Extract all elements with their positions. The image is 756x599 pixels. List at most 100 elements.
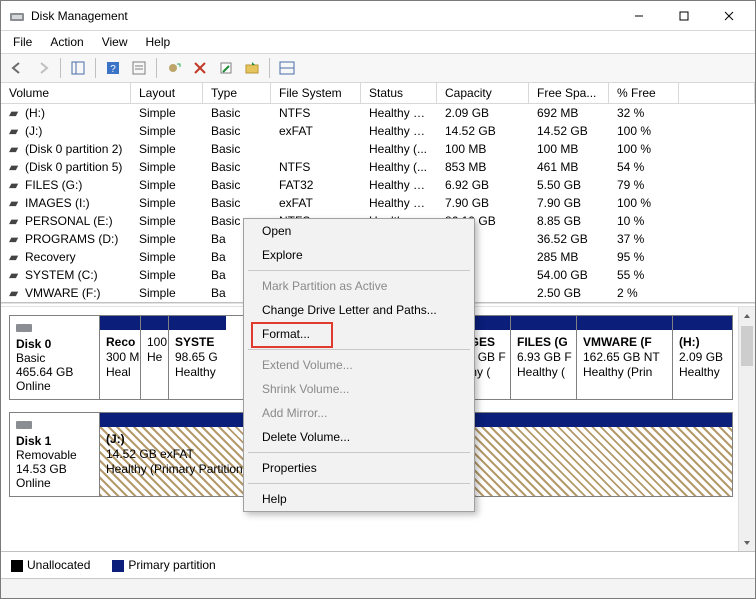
cell-layout: Simple — [131, 157, 203, 177]
partition-stripe — [673, 316, 732, 330]
close-button[interactable] — [706, 2, 751, 30]
partition-stripe — [577, 316, 672, 330]
context-menu-separator — [248, 349, 470, 350]
disk-icon — [16, 322, 32, 334]
cell-layout: Simple — [131, 175, 203, 195]
partition-block[interactable]: FILES (G6.93 GB FHealthy ( — [510, 316, 576, 399]
refresh-button[interactable] — [162, 56, 186, 80]
menu-file[interactable]: File — [5, 33, 40, 51]
disk-label[interactable]: Disk 1Removable14.53 GBOnline — [10, 413, 100, 496]
delete-button[interactable] — [188, 56, 212, 80]
context-menu-item[interactable]: Delete Volume... — [244, 425, 474, 449]
disk-state: Online — [16, 379, 51, 393]
scroll-thumb[interactable] — [741, 326, 753, 366]
context-menu-item: Mark Partition as Active — [244, 274, 474, 298]
cell-freespace: 461 MB — [529, 157, 609, 177]
table-row[interactable]: ▰(J:)SimpleBasicexFATHealthy (P...14.52 … — [1, 122, 755, 140]
partition-status: Healthy — [175, 365, 220, 380]
swatch-unallocated-icon — [11, 560, 23, 572]
cell-layout: Simple — [131, 229, 203, 249]
scroll-up-button[interactable] — [739, 307, 755, 324]
volume-icon: ▰ — [9, 142, 23, 156]
column-header-capacity[interactable]: Capacity — [437, 83, 529, 103]
table-row[interactable]: ▰(Disk 0 partition 5)SimpleBasicNTFSHeal… — [1, 158, 755, 176]
action-list-button[interactable] — [127, 56, 151, 80]
scroll-down-button[interactable] — [739, 534, 755, 551]
volume-icon: ▰ — [9, 124, 23, 138]
cell-filesystem: NTFS — [271, 157, 361, 177]
cell-pctfree: 2 % — [609, 283, 679, 303]
minimize-button[interactable] — [616, 2, 661, 30]
menu-action[interactable]: Action — [42, 33, 91, 51]
cell-layout: Simple — [131, 103, 203, 123]
menu-help[interactable]: Help — [138, 33, 179, 51]
cell-freespace: 285 MB — [529, 247, 609, 267]
forward-button[interactable] — [31, 56, 55, 80]
context-menu-item[interactable]: Help — [244, 487, 474, 511]
column-header-layout[interactable]: Layout — [131, 83, 203, 103]
partition-size: 2.09 GB — [679, 350, 726, 365]
column-header-freespace[interactable]: Free Spa... — [529, 83, 609, 103]
cell-filesystem: exFAT — [271, 193, 361, 213]
context-menu-separator — [248, 483, 470, 484]
volume-icon: ▰ — [9, 178, 23, 192]
volume-name: PERSONAL (E:) — [25, 214, 113, 228]
context-menu-item[interactable]: Properties — [244, 456, 474, 480]
cell-pctfree: 95 % — [609, 247, 679, 267]
partition-size: 6.93 GB F — [517, 350, 570, 365]
cell-freespace: 100 MB — [529, 139, 609, 159]
cell-filesystem: NTFS — [271, 103, 361, 123]
table-row[interactable]: ▰(H:)SimpleBasicNTFSHealthy (P...2.09 GB… — [1, 104, 755, 122]
bottom-pane-view-button[interactable] — [275, 56, 299, 80]
context-menu-item[interactable]: Change Drive Letter and Paths... — [244, 298, 474, 322]
volume-icon: ▰ — [9, 160, 23, 174]
cell-freespace: 5.50 GB — [529, 175, 609, 195]
cell-filesystem: FAT32 — [271, 175, 361, 195]
back-button[interactable] — [5, 56, 29, 80]
column-header-filesystem[interactable]: File System — [271, 83, 361, 103]
maximize-button[interactable] — [661, 2, 706, 30]
vertical-scrollbar[interactable] — [738, 307, 755, 551]
cell-freespace: 54.00 GB — [529, 265, 609, 285]
table-row[interactable]: ▰(Disk 0 partition 2)SimpleBasicHealthy … — [1, 140, 755, 158]
cell-capacity: 100 MB — [437, 139, 529, 159]
partition-block[interactable]: 100He — [140, 316, 168, 399]
volume-name: (Disk 0 partition 5) — [25, 160, 122, 174]
cell-capacity: 853 MB — [437, 157, 529, 177]
column-header-status[interactable]: Status — [361, 83, 437, 103]
partition-size: 162.65 GB NT — [583, 350, 666, 365]
column-header-pctfree[interactable]: % Free — [609, 83, 679, 103]
partition-block[interactable]: VMWARE (F162.65 GB NTHealthy (Prin — [576, 316, 672, 399]
context-menu-item[interactable]: Format... — [244, 322, 474, 346]
properties-button[interactable] — [214, 56, 238, 80]
partition-stripe — [169, 316, 226, 330]
swatch-primary-icon — [112, 560, 124, 572]
column-header-volume[interactable]: Volume — [1, 83, 131, 103]
titlebar: Disk Management — [1, 1, 755, 31]
context-menu-item[interactable]: Explore — [244, 243, 474, 267]
partition-status: Healthy — [679, 365, 726, 380]
volume-icon: ▰ — [9, 214, 23, 228]
volume-name: (H:) — [25, 106, 45, 120]
rescan-button[interactable] — [240, 56, 264, 80]
cell-filesystem — [271, 146, 361, 152]
show-hide-console-tree-button[interactable] — [66, 56, 90, 80]
context-menu-item[interactable]: Open — [244, 219, 474, 243]
table-row[interactable]: ▰IMAGES (I:)SimpleBasicexFATHealthy (P..… — [1, 194, 755, 212]
cell-status: Healthy (P... — [361, 103, 437, 123]
column-header-spacer[interactable] — [679, 83, 755, 103]
volume-name: (J:) — [25, 124, 42, 138]
table-row[interactable]: ▰FILES (G:)SimpleBasicFAT32Healthy (P...… — [1, 176, 755, 194]
partition-stripe — [511, 316, 576, 330]
column-header-type[interactable]: Type — [203, 83, 271, 103]
partition-body: FILES (G6.93 GB FHealthy ( — [511, 330, 576, 399]
help-button[interactable]: ? — [101, 56, 125, 80]
partition-block[interactable]: SYSTE98.65 GHealthy — [168, 316, 226, 399]
cell-pctfree: 54 % — [609, 157, 679, 177]
menu-view[interactable]: View — [94, 33, 136, 51]
disk-management-window: Disk Management File Action View Help ? … — [0, 0, 756, 599]
partition-block[interactable]: (H:)2.09 GBHealthy — [672, 316, 732, 399]
partition-block[interactable]: Reco300 MHeal — [100, 316, 140, 399]
disk-label[interactable]: Disk 0Basic465.64 GBOnline — [10, 316, 100, 399]
cell-type: Basic — [203, 139, 271, 159]
